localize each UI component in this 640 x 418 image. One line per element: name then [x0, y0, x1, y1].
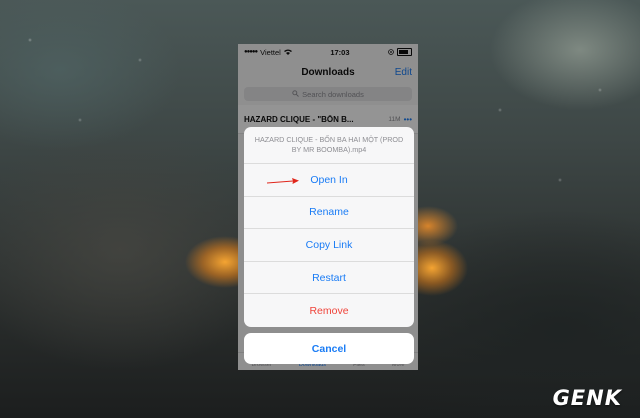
- rename-button[interactable]: Rename: [244, 197, 414, 230]
- copy-link-button[interactable]: Copy Link: [244, 229, 414, 262]
- action-sheet: HAZARD CLIQUE - BỐN BA HAI MỘT (PROD BY …: [244, 127, 414, 327]
- action-sheet-header: HAZARD CLIQUE - BỐN BA HAI MỘT (PROD BY …: [244, 127, 414, 164]
- restart-button[interactable]: Restart: [244, 262, 414, 295]
- cancel-button[interactable]: Cancel: [244, 333, 414, 364]
- remove-button[interactable]: Remove: [244, 294, 414, 327]
- red-arrow-icon: [266, 178, 299, 184]
- genk-logo: GENK: [552, 386, 622, 410]
